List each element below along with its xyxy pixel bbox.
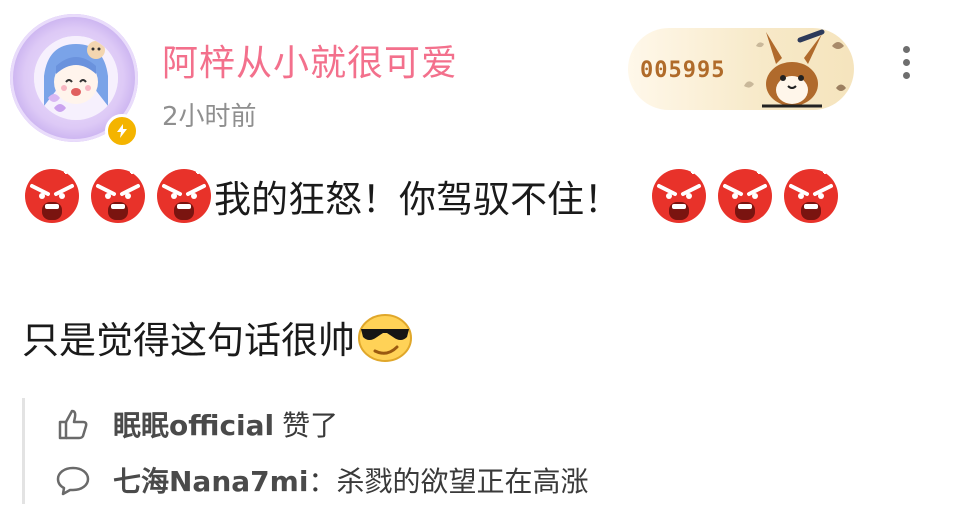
- angry-face-icon: [718, 169, 772, 223]
- like-row[interactable]: 眠眠official 赞了: [55, 404, 338, 444]
- avatar[interactable]: [10, 14, 140, 148]
- comment-user[interactable]: 七海Nana7mi: [113, 460, 308, 500]
- post-content-line-2: 只是觉得这句话很帅: [22, 310, 413, 364]
- fan-badge[interactable]: 005995: [628, 28, 854, 110]
- post-text-line-2: 只是觉得这句话很帅: [22, 319, 355, 362]
- angry-face-icon: [784, 169, 838, 223]
- interaction-list: 眠眠official 赞了 七海Nana7mi ： 杀戮的欲望正在高涨: [22, 398, 945, 504]
- post-content-line-1: 我的狂怒！你驾驭不住！: [22, 166, 841, 226]
- vertical-ellipsis-icon: [890, 46, 922, 79]
- speech-bubble-icon: [56, 466, 90, 496]
- like-user[interactable]: 眠眠official: [113, 404, 274, 444]
- sunglasses-face-icon: [358, 314, 412, 362]
- rabbit-icon: [744, 29, 846, 108]
- angry-face-icon: [157, 169, 211, 223]
- more-options-button[interactable]: [890, 40, 922, 88]
- lightning-icon: [105, 114, 139, 148]
- post-time: 2小时前: [162, 102, 257, 132]
- like-action: 赞了: [282, 409, 339, 442]
- comment-separator: ：: [308, 465, 337, 498]
- post-text-line-1: 我的狂怒！你驾驭不住！: [214, 178, 621, 221]
- author-name[interactable]: 阿梓从小就很可爱: [162, 34, 458, 86]
- comment-text: 杀戮的欲望正在高涨: [336, 465, 589, 498]
- angry-face-icon: [91, 169, 145, 223]
- angry-face-icon: [652, 169, 706, 223]
- thumbs-up-icon: [58, 409, 88, 440]
- comment-row[interactable]: 七海Nana7mi ： 杀戮的欲望正在高涨: [55, 460, 588, 500]
- fan-badge-number: 005995: [640, 58, 726, 83]
- avatar-image: [34, 36, 118, 120]
- angry-face-icon: [25, 169, 79, 223]
